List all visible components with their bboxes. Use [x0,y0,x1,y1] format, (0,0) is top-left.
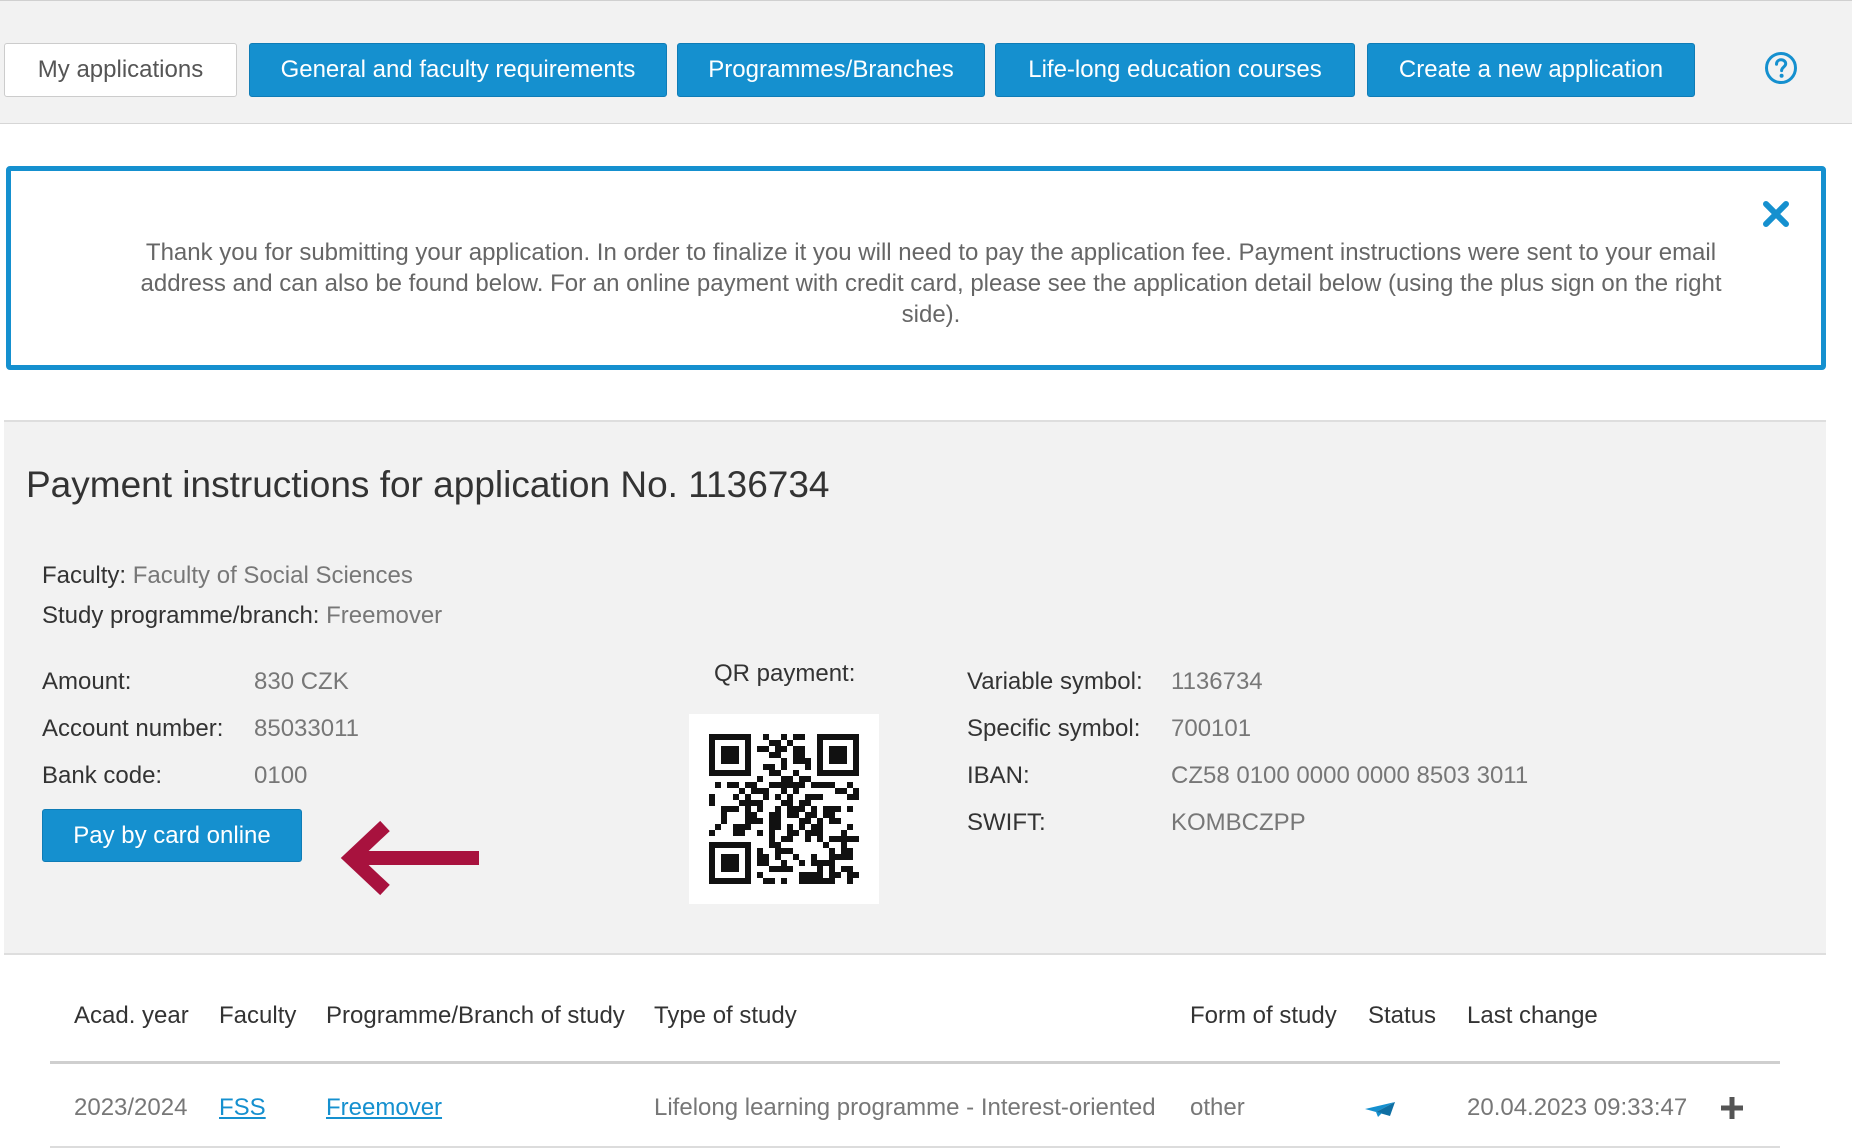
submission-alert: Thank you for submitting your applicatio… [6,166,1826,370]
faculty-line: Faculty: Faculty of Social Sciences [42,562,413,590]
iban-value: CZ58 0100 0000 0000 8503 3011 [1171,762,1529,789]
amount-value: 830 CZK [254,668,349,695]
pay-by-card-button[interactable]: Pay by card online [42,809,302,862]
page: My applications General and faculty requ… [0,0,1870,1148]
bank-code-value: 0100 [254,762,308,789]
qr-code-image [689,714,879,904]
account-value: 85033011 [254,715,359,742]
tab-my-applications[interactable]: My applications [4,43,237,97]
bank-code-label: Bank code: [42,762,163,789]
qr-payment-label: QR payment: [714,660,856,687]
programme-value: Freemover [326,602,443,629]
faculty-label: Faculty: [42,562,127,589]
amount-label: Amount: [42,668,132,695]
header-last-change: Last change [1467,1002,1598,1029]
swift-value: KOMBCZPP [1171,809,1306,836]
header-type-of-study: Type of study [654,1002,797,1029]
plus-icon[interactable] [1719,1095,1745,1121]
header-status: Status [1368,1002,1437,1029]
row-faculty-link[interactable]: FSS [219,1094,266,1122]
payment-title: Payment instructions for application No.… [26,464,830,505]
row-programme-link[interactable]: Freemover [326,1094,442,1122]
programmes-branches-button[interactable]: Programmes/Branches [677,43,985,97]
table-header-divider [50,1061,1780,1064]
header-faculty: Faculty [219,1002,297,1029]
alert-message: Thank you for submitting your applicatio… [140,239,1722,328]
payment-instructions-panel: Payment instructions for application No.… [4,420,1826,955]
lifelong-courses-button[interactable]: Life-long education courses [995,43,1355,97]
programme-label: Study programme/branch: [42,602,320,629]
swift-label: SWIFT: [967,809,1046,836]
faculty-value: Faculty of Social Sciences [132,562,413,589]
iban-label: IBAN: [967,762,1030,789]
create-application-button[interactable]: Create a new application [1367,43,1695,97]
account-label: Account number: [42,715,224,742]
specific-symbol-label: Specific symbol: [967,715,1141,742]
row-type-of-study: Lifelong learning programme - Interest-o… [654,1094,1156,1121]
variable-symbol-value: 1136734 [1171,668,1263,695]
header-acad-year: Acad. year [74,1002,189,1029]
row-form-of-study: other [1190,1094,1245,1121]
programme-line: Study programme/branch: Freemover [42,602,442,630]
specific-symbol-value: 700101 [1171,715,1252,742]
row-last-change: 20.04.2023 09:33:47 [1467,1094,1688,1121]
general-requirements-button[interactable]: General and faculty requirements [249,43,667,97]
arrow-left-icon [340,820,479,896]
row-acad-year: 2023/2024 [74,1094,188,1121]
header-form-of-study: Form of study [1190,1002,1337,1029]
header-programme: Programme/Branch of study [326,1002,625,1029]
variable-symbol-label: Variable symbol: [967,668,1143,695]
question-circle-icon[interactable] [1764,51,1798,85]
top-navigation: My applications General and faculty requ… [0,0,1852,124]
qr-code-icon [709,734,859,884]
close-icon[interactable] [1761,199,1791,229]
paper-plane-icon [1365,1102,1395,1117]
